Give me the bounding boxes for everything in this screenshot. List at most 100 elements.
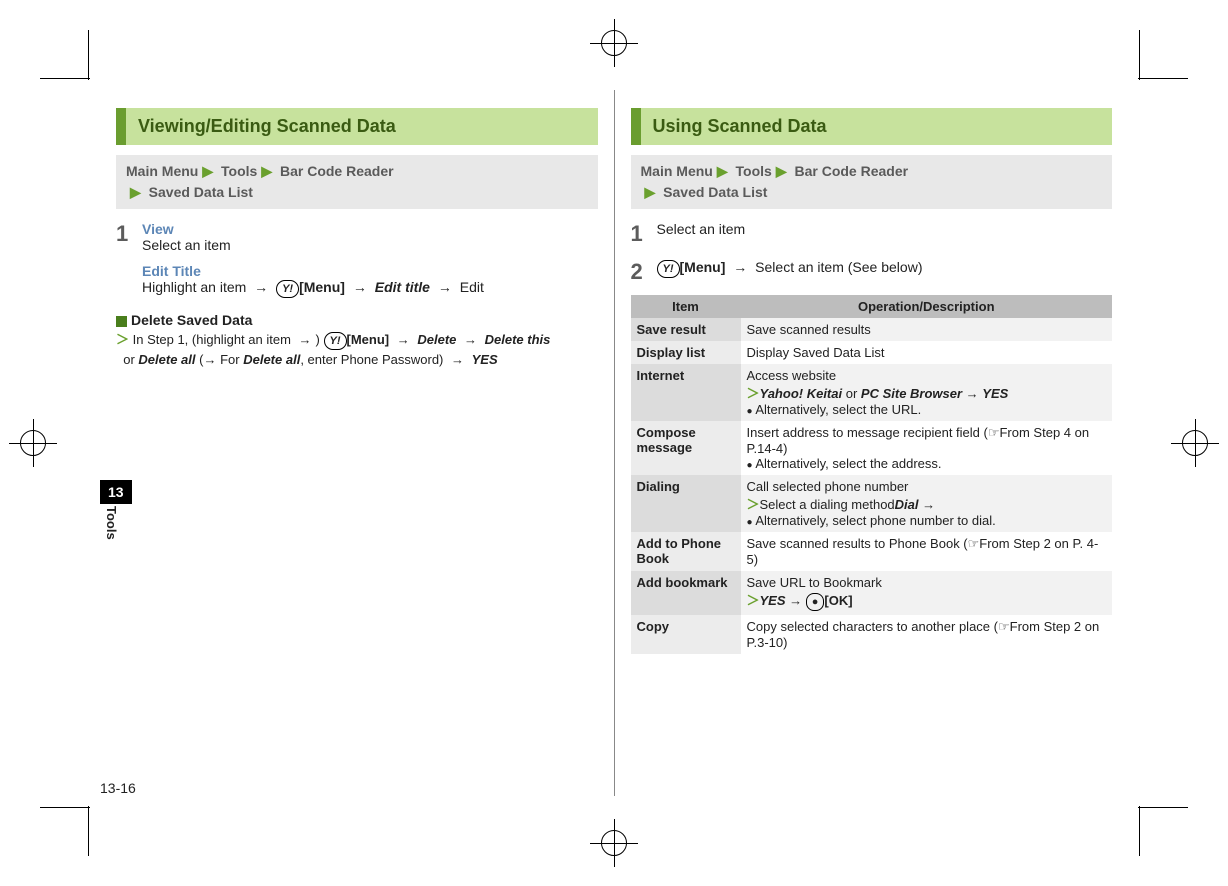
table-row: Save resultSave scanned results xyxy=(631,318,1113,341)
crop-mark xyxy=(1139,30,1140,80)
table-row: Display list Display Saved Data List xyxy=(631,341,1113,364)
text: Edit xyxy=(460,279,484,295)
y-key-icon: Y! xyxy=(324,332,347,350)
angle-icon: ＞ xyxy=(116,332,129,347)
step-text: Select an item xyxy=(657,221,1113,247)
left-column: Viewing/Editing Scanned Data Main Menu▶ … xyxy=(100,90,615,796)
arrow-icon: → xyxy=(434,279,456,295)
table-cell-desc: Call selected phone number＞Select a dial… xyxy=(741,475,1113,532)
breadcrumb-item: Main Menu xyxy=(641,163,713,179)
desc-line: Call selected phone number xyxy=(747,479,1107,494)
breadcrumb-item: Bar Code Reader xyxy=(794,163,908,179)
step-text: Y![Menu] → Select an item (See below) xyxy=(657,259,1113,285)
breadcrumb-item: Saved Data List xyxy=(149,184,253,200)
breadcrumb-arrow-icon: ▶ xyxy=(772,163,791,179)
table-cell-item: Dialing xyxy=(631,475,741,532)
chapter-tab: 13 xyxy=(100,480,132,504)
subsection-heading: Delete Saved Data xyxy=(116,312,598,328)
table-cell-item: Display list xyxy=(631,341,741,364)
arrow-icon: → xyxy=(393,332,414,347)
arrow-icon: → xyxy=(250,279,272,295)
table-row: Add to Phone BookSave scanned results to… xyxy=(631,532,1113,571)
desc-line: Save scanned results xyxy=(747,322,1107,337)
table-header-desc: Operation/Description xyxy=(741,295,1113,318)
desc-action: ＞Select a dialing methodDial → xyxy=(747,494,1107,513)
breadcrumb-item: Saved Data List xyxy=(663,184,767,200)
table-row: DialingCall selected phone number＞Select… xyxy=(631,475,1113,532)
menu-option: YES xyxy=(472,352,498,367)
breadcrumb-right: Main Menu▶ Tools▶ Bar Code Reader ▶ Save… xyxy=(631,155,1113,209)
menu-label: [Menu] xyxy=(680,259,726,275)
page-number: 13-16 xyxy=(100,780,136,796)
arrow-icon: → xyxy=(460,332,481,347)
breadcrumb-arrow-icon: ▶ xyxy=(713,163,732,179)
y-key-icon: Y! xyxy=(657,260,680,278)
breadcrumb-arrow-icon: ▶ xyxy=(126,184,145,200)
delete-section: Delete Saved Data ＞ In Step 1, (highligh… xyxy=(116,312,598,370)
arrow-icon: → xyxy=(349,279,371,295)
table-cell-desc: Copy selected characters to another plac… xyxy=(741,615,1113,654)
title-accent-bar xyxy=(631,108,641,145)
table-cell-desc: Insert address to message recipient fiel… xyxy=(741,421,1113,475)
table-header-item: Item xyxy=(631,295,741,318)
text: , enter Phone Password) xyxy=(300,352,443,367)
step-text: Select an item xyxy=(142,237,598,253)
breadcrumb-item: Tools xyxy=(221,163,257,179)
section-title-right: Using Scanned Data xyxy=(631,108,1113,145)
menu-label: [Menu] xyxy=(299,279,345,295)
menu-option: Delete all xyxy=(243,352,300,367)
menu-option: Delete all xyxy=(138,352,195,367)
text: ) xyxy=(316,332,320,347)
desc-line: Display Saved Data List xyxy=(747,345,1107,360)
menu-label: [Menu] xyxy=(347,332,390,347)
table-cell-desc: Save URL to Bookmark＞YES → ●[OK] xyxy=(741,571,1113,615)
title-accent-bar xyxy=(116,108,126,145)
arrow-icon: → xyxy=(447,352,468,367)
heading-text: Delete Saved Data xyxy=(131,312,252,328)
table-cell-desc: Access website＞Yahoo! Keitai or PC Site … xyxy=(741,364,1113,421)
step-text: Highlight an item → Y![Menu] → Edit titl… xyxy=(142,279,598,298)
chapter-label: Tools xyxy=(104,506,119,540)
arrow-icon: → xyxy=(729,259,751,275)
text: (→ For xyxy=(199,352,239,367)
step-number: 1 xyxy=(631,221,657,247)
page-content: 13 Tools 13-16 Viewing/Editing Scanned D… xyxy=(100,90,1128,796)
text: Select an item (See below) xyxy=(755,259,922,275)
table-cell-item: Internet xyxy=(631,364,741,421)
section-title-text: Using Scanned Data xyxy=(641,108,1113,145)
crop-mark xyxy=(88,30,89,80)
section-title-text: Viewing/Editing Scanned Data xyxy=(126,108,598,145)
menu-option: Edit title xyxy=(375,279,430,295)
desc-line: Save URL to Bookmark xyxy=(747,575,1107,590)
desc-line: Save scanned results to Phone Book (☞Fro… xyxy=(747,536,1107,567)
desc-bullet: Alternatively, select phone number to di… xyxy=(747,513,1107,528)
right-column: Using Scanned Data Main Menu▶ Tools▶ Bar… xyxy=(615,90,1129,796)
text: or xyxy=(123,352,135,367)
desc-line: Insert address to message recipient fiel… xyxy=(747,425,1107,456)
breadcrumb-left: Main Menu▶ Tools▶ Bar Code Reader ▶ Save… xyxy=(116,155,598,209)
crop-mark xyxy=(40,807,90,808)
breadcrumb-item: Main Menu xyxy=(126,163,198,179)
table-cell-item: Add bookmark xyxy=(631,571,741,615)
section-title-left: Viewing/Editing Scanned Data xyxy=(116,108,598,145)
step-number: 2 xyxy=(631,259,657,285)
square-bullet-icon xyxy=(116,316,127,327)
step-number: 1 xyxy=(116,221,142,298)
table-cell-item: Add to Phone Book xyxy=(631,532,741,571)
step-subhead-view: View xyxy=(142,221,598,237)
registration-mark xyxy=(1182,430,1208,456)
crop-mark xyxy=(88,806,89,856)
breadcrumb-arrow-icon: ▶ xyxy=(257,163,276,179)
step-1-right: 1 Select an item xyxy=(631,221,1113,247)
text: In Step 1, (highlight an item xyxy=(133,332,291,347)
step-1: 1 View Select an item Edit Title Highlig… xyxy=(116,221,598,298)
breadcrumb-arrow-icon: ▶ xyxy=(641,184,660,200)
arrow-icon: → xyxy=(295,332,316,347)
table-cell-desc: Display Saved Data List xyxy=(741,341,1113,364)
desc-line: Copy selected characters to another plac… xyxy=(747,619,1107,650)
desc-bullet: Alternatively, select the URL. xyxy=(747,402,1107,417)
desc-line: Access website xyxy=(747,368,1107,383)
crop-mark xyxy=(1138,78,1188,79)
registration-mark xyxy=(20,430,46,456)
table-cell-item: Copy xyxy=(631,615,741,654)
